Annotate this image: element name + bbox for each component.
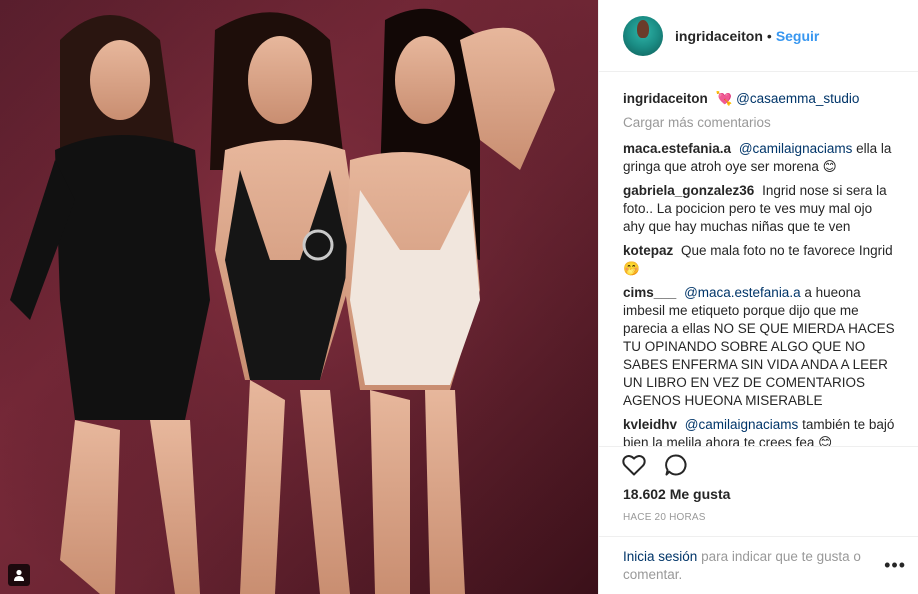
divider: [599, 536, 918, 537]
comment-mention[interactable]: @camilaignaciams: [739, 141, 853, 156]
login-link[interactable]: Inicia sesión: [623, 549, 697, 564]
user-tag-icon[interactable]: [8, 564, 30, 586]
separator-dot: •: [766, 27, 772, 44]
post-timestamp[interactable]: HACE 20 HORAS: [623, 512, 706, 523]
caption: ingridaceiton 💘 @casaemma_studio: [623, 90, 895, 108]
heart-icon: [622, 455, 646, 476]
photo-illustration: [0, 0, 598, 594]
comment-text: a hueona imbesil me etiqueto porque dijo…: [623, 285, 895, 408]
comment-mention[interactable]: @maca.estefania.a: [684, 285, 801, 300]
more-options-icon[interactable]: •••: [884, 556, 906, 574]
comment-item: maca.estefania.a @camilaignaciams ella l…: [623, 140, 895, 176]
divider: [599, 446, 918, 447]
caption-username[interactable]: ingridaceiton: [623, 91, 708, 106]
comment-username[interactable]: gabriela_gonzalez36: [623, 183, 754, 198]
author-username[interactable]: ingridaceiton: [675, 28, 763, 44]
login-prompt: Inicia sesión para indicar que te gusta …: [623, 548, 873, 584]
comment-item: cims___ @maca.estefania.a a hueona imbes…: [623, 284, 895, 410]
like-button[interactable]: [621, 452, 647, 478]
comment-item: kotepaz Que mala foto no te favorece Ing…: [623, 242, 895, 278]
post-header: ingridaceiton • Seguir: [599, 0, 918, 72]
comment-item: gabriela_gonzalez36 Ingrid nose si sera …: [623, 182, 895, 236]
follow-button[interactable]: Seguir: [776, 28, 820, 44]
post-photo[interactable]: [0, 0, 598, 594]
likes-count[interactable]: 18.602 Me gusta: [623, 486, 730, 502]
caption-mention[interactable]: @casaemma_studio: [736, 91, 859, 106]
comments-list[interactable]: ingridaceiton 💘 @casaemma_studio Cargar …: [599, 72, 918, 446]
post-sidebar: ingridaceiton • Seguir ingridaceiton 💘 @…: [598, 0, 918, 594]
post-actions: [621, 450, 689, 480]
comment-username[interactable]: maca.estefania.a: [623, 141, 731, 156]
load-more-comments-button[interactable]: Cargar más comentarios: [623, 114, 895, 132]
comment-mention[interactable]: @camilaignaciams: [685, 417, 799, 432]
comment-icon: [665, 454, 687, 476]
avatar[interactable]: [623, 15, 663, 56]
comment-item: kvleidhv @camilaignaciams también te baj…: [623, 416, 895, 446]
comment-username[interactable]: cims___: [623, 285, 676, 300]
comment-username[interactable]: kotepaz: [623, 243, 673, 258]
caption-emoji: 💘: [715, 91, 733, 106]
comment-button[interactable]: [663, 452, 689, 478]
comment-username[interactable]: kvleidhv: [623, 417, 677, 432]
